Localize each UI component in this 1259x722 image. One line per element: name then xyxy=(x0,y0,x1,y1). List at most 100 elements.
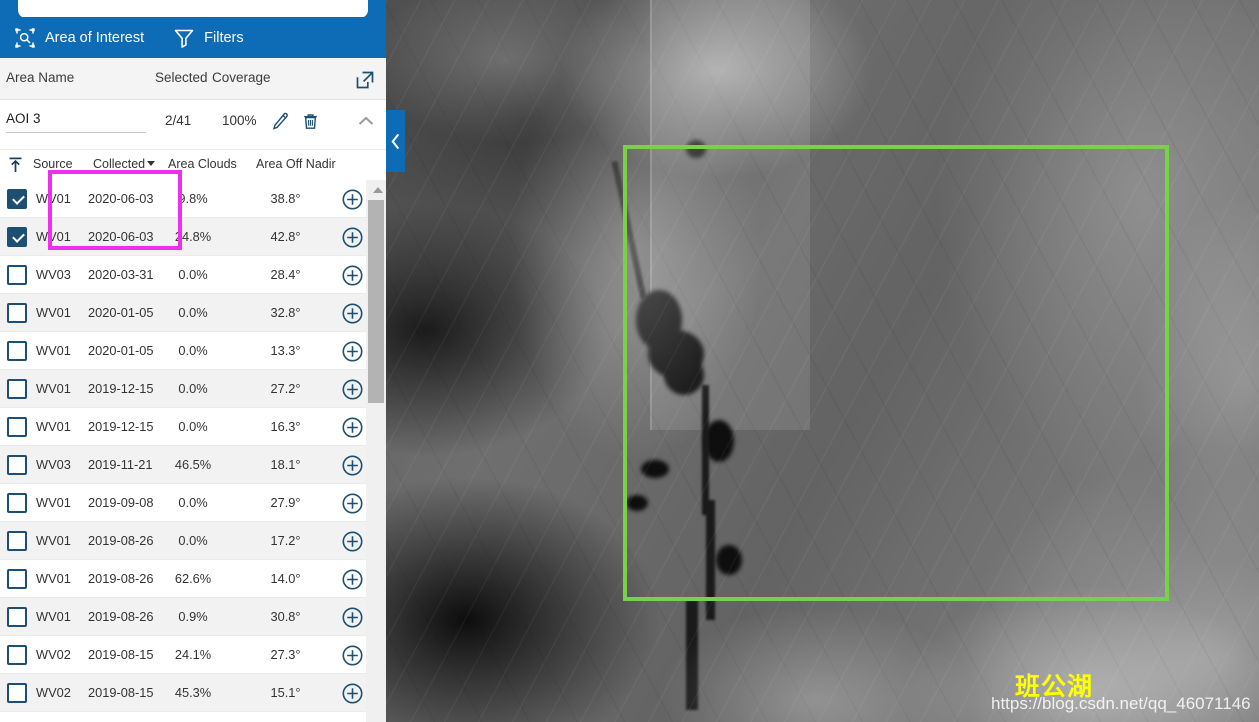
plus-circle-icon[interactable] xyxy=(342,341,363,362)
results-table-body: WV01 2020-06-03 9.8% 38.8° WV01 2020-06-03 24.… xyxy=(0,180,386,722)
plus-circle-icon[interactable] xyxy=(342,645,363,666)
filter-funnel-icon xyxy=(173,27,195,49)
cell-source: WV01 xyxy=(36,571,71,586)
table-row[interactable]: WV01 2019-12-15 0.0% 16.3° xyxy=(0,408,386,446)
area-of-interest-button[interactable]: Area of Interest xyxy=(0,17,144,58)
table-row[interactable]: WV02 2019-08-15 45.3% 15.1° xyxy=(0,674,386,712)
cell-area-off-nadir: 38.8° xyxy=(270,191,301,206)
filters-label: Filters xyxy=(204,29,244,46)
search-box-stub[interactable] xyxy=(18,0,368,18)
cell-area-off-nadir: 16.3° xyxy=(270,419,301,434)
plus-circle-icon[interactable] xyxy=(342,455,363,476)
cell-collected: 2020-01-05 xyxy=(88,343,154,358)
cell-source: WV03 xyxy=(36,457,71,472)
table-row[interactable]: WV01 2019-08-26 62.6% 14.0° xyxy=(0,560,386,598)
table-row[interactable]: WV01 2020-01-05 0.0% 13.3° xyxy=(0,332,386,370)
cell-collected: 2020-01-05 xyxy=(88,305,154,320)
cell-area-off-nadir: 17.2° xyxy=(270,533,301,548)
aoi-footprint-rectangle[interactable] xyxy=(623,145,1169,601)
row-checkbox[interactable] xyxy=(7,303,27,323)
table-row[interactable]: WV01 2019-08-26 0.9% 30.8° xyxy=(0,598,386,636)
table-row[interactable]: WV03 2020-03-31 0.0% 28.4° xyxy=(0,256,386,294)
area-of-interest-icon xyxy=(14,27,36,49)
table-row[interactable]: WV01 2019-12-15 0.0% 27.2° xyxy=(0,370,386,408)
row-checkbox[interactable] xyxy=(7,455,27,475)
plus-circle-icon[interactable] xyxy=(342,417,363,438)
cell-area-clouds: 45.3% xyxy=(174,685,212,700)
aoi-entry-row[interactable]: AOI 3 2/41 100% xyxy=(0,100,386,150)
row-checkbox[interactable] xyxy=(7,607,27,627)
cell-source: WV01 xyxy=(36,191,71,206)
panel-collapse-handle[interactable] xyxy=(386,110,405,172)
cell-area-clouds: 62.6% xyxy=(174,571,212,586)
cell-area-clouds: 0.0% xyxy=(178,305,208,320)
external-link-icon[interactable] xyxy=(355,70,375,90)
plus-circle-icon[interactable] xyxy=(342,227,363,248)
plus-circle-icon[interactable] xyxy=(342,493,363,514)
plus-circle-icon[interactable] xyxy=(342,531,363,552)
row-checkbox[interactable] xyxy=(7,645,27,665)
table-row[interactable]: WV03 2019-11-21 46.5% 18.1° xyxy=(0,446,386,484)
cell-area-clouds: 0.0% xyxy=(178,495,208,510)
cell-area-clouds: 0.0% xyxy=(178,533,208,548)
plus-circle-icon[interactable] xyxy=(342,189,363,210)
plus-circle-icon[interactable] xyxy=(342,569,363,590)
row-checkbox[interactable] xyxy=(7,265,27,285)
row-checkbox[interactable] xyxy=(7,379,27,399)
row-checkbox[interactable] xyxy=(7,683,27,703)
results-scrollbar-thumb[interactable] xyxy=(368,200,384,403)
cell-collected: 2019-12-15 xyxy=(88,381,154,396)
cell-area-off-nadir: 18.1° xyxy=(270,457,301,472)
filters-button[interactable]: Filters xyxy=(144,17,244,58)
row-checkbox[interactable] xyxy=(7,417,27,437)
cell-collected: 2019-12-15 xyxy=(88,419,154,434)
row-checkbox[interactable] xyxy=(7,569,27,589)
aoi-name-field[interactable]: AOI 3 xyxy=(6,111,146,133)
plus-circle-icon[interactable] xyxy=(342,265,363,286)
row-checkbox[interactable] xyxy=(7,227,27,247)
plus-circle-icon[interactable] xyxy=(342,379,363,400)
aoi-name-value: AOI 3 xyxy=(6,111,41,126)
table-row[interactable]: WV01 2019-08-26 0.0% 17.2° xyxy=(0,522,386,560)
sort-ascending-icon[interactable] xyxy=(8,157,23,173)
scroll-up-arrow-icon[interactable] xyxy=(373,187,383,193)
column-header-source[interactable]: Source xyxy=(33,157,73,171)
cell-source: WV01 xyxy=(36,305,71,320)
satellite-map[interactable]: 班公湖 https://blog.csdn.net/qq_46071146 xyxy=(386,0,1259,722)
row-checkbox[interactable] xyxy=(7,531,27,551)
column-label-area-name: Area Name xyxy=(6,70,75,85)
cell-collected: 2020-06-03 xyxy=(88,229,154,244)
column-label-selected: Selected xyxy=(155,70,208,85)
cell-area-off-nadir: 32.8° xyxy=(270,305,301,320)
trash-icon[interactable] xyxy=(301,112,320,131)
cell-area-clouds: 0.0% xyxy=(178,267,208,282)
table-row[interactable]: WV02 2019-08-15 24.1% 27.3° xyxy=(0,636,386,674)
table-row[interactable]: WV01 2019-09-08 0.0% 27.9° xyxy=(0,484,386,522)
row-checkbox[interactable] xyxy=(7,341,27,361)
chevron-left-icon xyxy=(391,133,399,149)
column-header-area-off-nadir[interactable]: Area Off Nadir xyxy=(256,157,336,171)
row-checkbox[interactable] xyxy=(7,189,27,209)
sort-caret-down-icon xyxy=(147,161,156,166)
chevron-up-icon[interactable] xyxy=(357,114,375,128)
cell-area-off-nadir: 27.3° xyxy=(270,647,301,662)
cell-area-off-nadir: 27.2° xyxy=(270,381,301,396)
table-row[interactable]: WV01 2020-06-03 9.8% 38.8° xyxy=(0,180,386,218)
pencil-icon[interactable] xyxy=(271,112,290,131)
plus-circle-icon[interactable] xyxy=(342,683,363,704)
table-row[interactable]: WV01 2020-06-03 24.8% 42.8° xyxy=(0,218,386,256)
plus-circle-icon[interactable] xyxy=(342,607,363,628)
panel-header-bar: Area of Interest Filters xyxy=(0,17,386,58)
column-header-area-clouds[interactable]: Area Clouds xyxy=(168,157,237,171)
cell-area-clouds: 0.9% xyxy=(178,609,208,624)
aoi-selected-count: 2/41 xyxy=(165,113,192,128)
column-header-collected-label: Collected xyxy=(93,157,146,171)
cell-area-off-nadir: 27.9° xyxy=(270,495,301,510)
column-header-collected[interactable]: Collected xyxy=(93,157,156,171)
cell-area-clouds: 0.0% xyxy=(178,419,208,434)
table-row[interactable]: WV01 2020-01-05 0.0% 32.8° xyxy=(0,294,386,332)
plus-circle-icon[interactable] xyxy=(342,303,363,324)
row-checkbox[interactable] xyxy=(7,493,27,513)
cell-area-off-nadir: 42.8° xyxy=(270,229,301,244)
cell-area-off-nadir: 15.1° xyxy=(270,685,301,700)
